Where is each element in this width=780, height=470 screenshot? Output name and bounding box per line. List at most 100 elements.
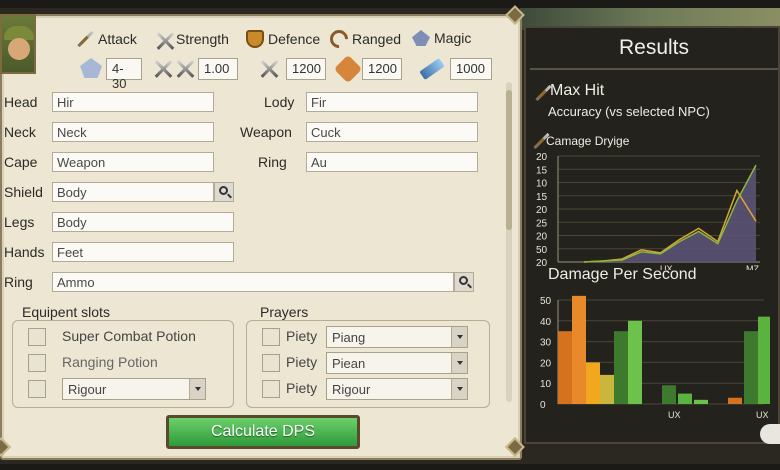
accuracy-label: Accuracy (vs selected NPC) <box>548 104 710 119</box>
dps-bar <box>744 331 758 404</box>
crossed-swords-icon <box>258 58 280 80</box>
dps-title: Damage Per Second <box>548 266 697 283</box>
help-tab[interactable] <box>760 424 780 444</box>
ring2-label: Ring <box>258 154 287 170</box>
cape-field[interactable]: Weapon <box>52 152 214 172</box>
dps-bar-chart: 50 40 30 20 10 0 UX UX <box>540 295 770 420</box>
search-icon-handle <box>467 283 472 289</box>
attack-label: Attack <box>98 31 137 47</box>
lody-field[interactable]: Fir <box>306 92 478 112</box>
ranged-label: Ranged <box>352 31 402 47</box>
crossed-swords-icon <box>174 58 196 80</box>
prayer-label-2: Piety <box>286 354 318 370</box>
dps-bar <box>558 331 572 404</box>
slot-select-checkbox[interactable] <box>28 380 46 398</box>
y-tick-label: 30 <box>540 338 552 349</box>
prayer-select-2-value: Piean <box>332 356 366 371</box>
prayer-select-3-value: Rigour <box>332 382 371 397</box>
prayers-title: Prayers <box>258 304 311 320</box>
damage-line-chart: 201510152025205020 UX MZ <box>536 152 760 270</box>
prayer-checkbox-3[interactable] <box>262 380 280 398</box>
stat-value-3[interactable]: 1200 <box>286 58 326 80</box>
y-tick-label: 20 <box>536 258 548 269</box>
crossed-swords-icon <box>152 58 174 80</box>
neck-label: Neck <box>4 124 36 140</box>
dps-bar <box>614 331 628 404</box>
y-tick-label: 25 <box>536 218 548 229</box>
stat-defence[interactable]: Defence <box>246 30 320 48</box>
prayer-label-3: Piety <box>286 380 318 396</box>
dps-bar <box>678 393 692 404</box>
avatar-face <box>8 38 30 60</box>
max-hit-label: Max Hit <box>550 82 605 99</box>
stat-value-5[interactable]: 1000 <box>450 58 492 80</box>
ring-search-button[interactable] <box>454 272 474 292</box>
x-tick-label: UX <box>756 410 769 420</box>
calculate-dps-button[interactable]: Calculate DPS <box>166 415 360 449</box>
y-tick-label: 50 <box>536 245 548 256</box>
prayer-checkbox-1[interactable] <box>262 328 280 346</box>
y-tick-label: 15 <box>536 165 548 176</box>
y-tick-label: 20 <box>536 232 548 243</box>
dps-bar <box>694 399 708 404</box>
prayer-checkbox-2[interactable] <box>262 354 280 372</box>
slot-select-value: Rigour <box>68 382 107 397</box>
magic-icon <box>412 30 430 46</box>
prayer-select-2[interactable]: Piean <box>326 352 468 374</box>
stat-magic[interactable]: Magic <box>412 30 471 46</box>
slot-select[interactable]: Rigour <box>62 378 206 400</box>
dps-bar <box>600 374 614 404</box>
neck-field[interactable]: Neck <box>52 122 214 142</box>
strength-icon <box>154 30 172 48</box>
chevron-down-icon <box>451 353 467 373</box>
hands-label: Hands <box>4 244 45 260</box>
ring-field[interactable]: Ammo <box>52 272 454 292</box>
dps-bar <box>728 397 742 404</box>
y-tick-label: 20 <box>536 205 548 216</box>
damage-label: Camage Dryige <box>546 134 630 148</box>
stat-attack[interactable]: Attack <box>76 30 137 48</box>
super-combat-label: Super Combat Potion <box>62 328 196 344</box>
weapon-label: Weapon <box>240 124 292 140</box>
search-icon-handle <box>227 193 232 199</box>
stat-value-2[interactable]: 1.00 <box>198 58 238 80</box>
results-panel: Results Max Hit Accuracy (vs selected NP… <box>524 26 780 444</box>
cape-label: Cape <box>4 154 38 170</box>
equipment-slots-title: Equipent slots <box>20 304 112 320</box>
stat-strength[interactable]: Strength <box>154 30 229 48</box>
weapon-field[interactable]: Cuck <box>306 122 478 142</box>
prayer-select-1[interactable]: Piang <box>326 326 468 348</box>
strength-label: Strength <box>176 31 229 47</box>
prayer-select-3[interactable]: Rigour <box>326 378 468 400</box>
stat-ranged[interactable]: Ranged <box>326 26 402 52</box>
ring2-field[interactable]: Au <box>306 152 478 172</box>
shield-label: Shield <box>4 184 43 200</box>
ring-label: Ring <box>4 274 33 290</box>
head-field[interactable]: Hir <box>52 92 214 112</box>
dps-bar <box>586 362 600 404</box>
hands-field[interactable]: Feet <box>52 242 234 262</box>
legs-label: Legs <box>4 214 35 230</box>
stat-value-4[interactable]: 1200 <box>362 58 402 80</box>
y-tick-label: 40 <box>540 317 552 328</box>
x-tick-label: MZ <box>746 264 759 270</box>
stat-value-1[interactable]: 4-30 <box>106 58 142 91</box>
super-combat-checkbox[interactable] <box>28 328 46 346</box>
player-avatar <box>0 14 36 74</box>
lody-label: Lody <box>264 94 295 110</box>
dps-bar <box>572 295 586 404</box>
legs-field[interactable]: Body <box>52 212 234 232</box>
prayer-label-1: Piety <box>286 328 318 344</box>
defence-label: Defence <box>268 31 321 47</box>
y-tick-label: 10 <box>540 379 552 390</box>
ranging-potion-checkbox[interactable] <box>28 354 46 372</box>
chevron-down-icon <box>451 379 467 399</box>
y-tick-label: 10 <box>536 179 548 190</box>
chevron-down-icon <box>451 327 467 347</box>
y-tick-label: 50 <box>540 296 552 307</box>
y-tick-label: 20 <box>536 152 548 163</box>
shield-field[interactable]: Body <box>52 182 214 202</box>
scrollbar-thumb[interactable] <box>506 90 512 230</box>
attack-icon <box>76 30 94 48</box>
shield-search-button[interactable] <box>214 182 234 202</box>
